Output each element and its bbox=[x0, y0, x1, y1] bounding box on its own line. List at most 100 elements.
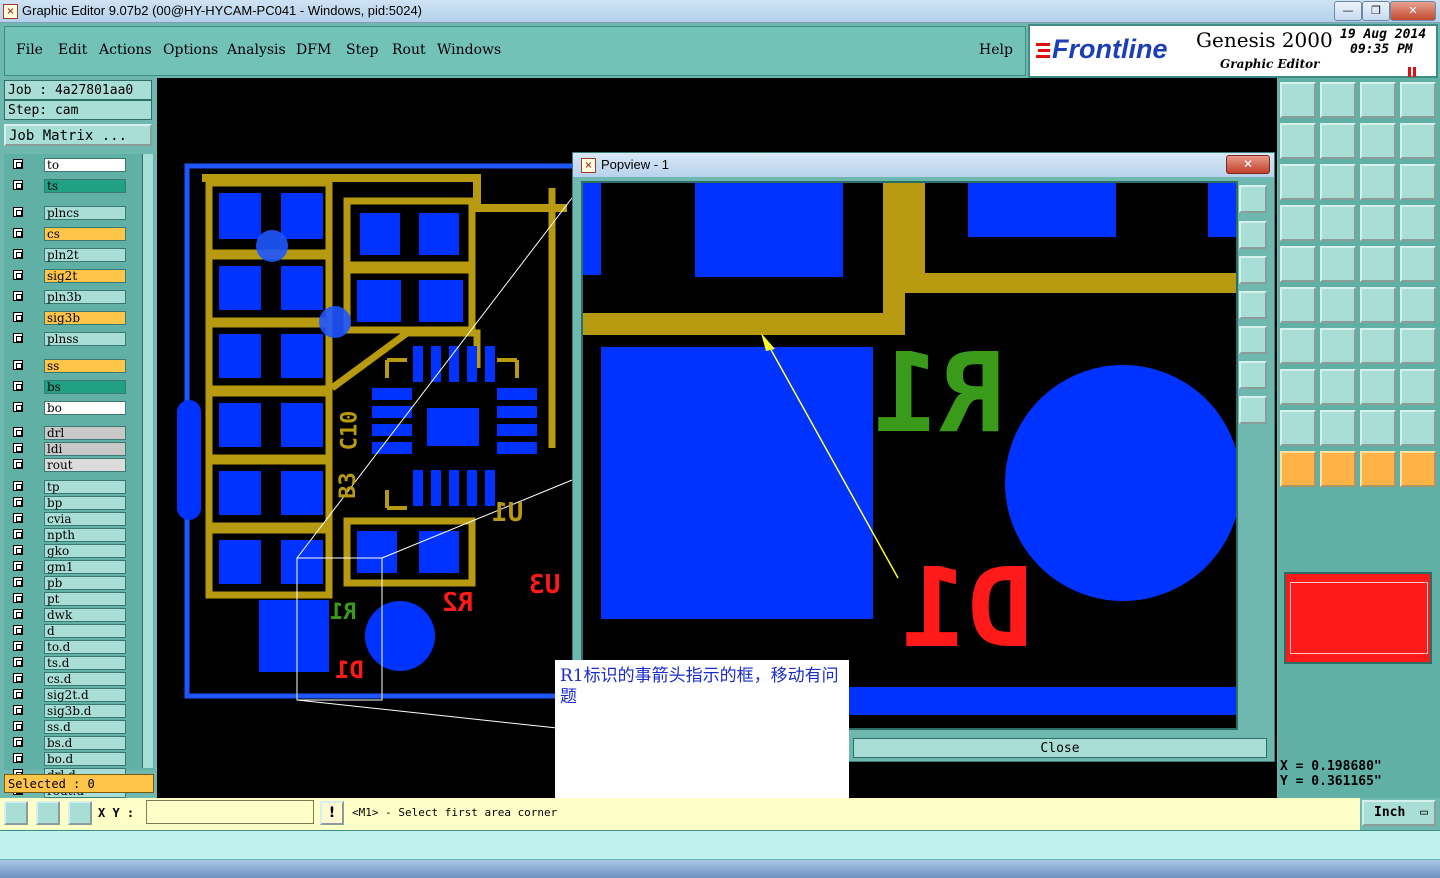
grid-icon[interactable] bbox=[68, 801, 92, 825]
cross-icon[interactable] bbox=[1320, 287, 1356, 323]
layer-row-cs[interactable]: cs bbox=[10, 227, 130, 241]
layer-checkbox[interactable] bbox=[13, 207, 23, 217]
layers-alt-icon[interactable] bbox=[1400, 205, 1436, 241]
menu-actions[interactable]: Actions bbox=[99, 42, 152, 58]
menu-edit[interactable]: Edit bbox=[58, 42, 87, 58]
layer-row-sig3b-d[interactable]: sig3b.d bbox=[10, 704, 130, 718]
group-icon[interactable] bbox=[1400, 369, 1436, 405]
range-icon[interactable] bbox=[1360, 369, 1396, 405]
rotate-icon[interactable] bbox=[1360, 328, 1396, 364]
redraw-icon[interactable] bbox=[1400, 123, 1436, 159]
layer-checkbox[interactable] bbox=[13, 577, 23, 587]
popview-up-icon[interactable] bbox=[1239, 221, 1267, 249]
layer-checkbox[interactable] bbox=[13, 443, 23, 453]
route-icon[interactable] bbox=[1360, 123, 1396, 159]
layer-checkbox[interactable] bbox=[13, 228, 23, 238]
layer-row-tp[interactable]: tp bbox=[10, 480, 130, 494]
menu-dfm[interactable]: DFM bbox=[296, 42, 331, 58]
angle-icon[interactable] bbox=[1280, 328, 1316, 364]
xy-input[interactable] bbox=[146, 800, 314, 824]
layer-checkbox[interactable] bbox=[13, 270, 23, 280]
popview-title-bar[interactable]: × Popview - 1 ✕ bbox=[573, 153, 1274, 177]
job-matrix-button[interactable]: Job Matrix ... bbox=[4, 124, 152, 146]
layer-row-drl[interactable]: drl bbox=[10, 426, 130, 440]
layer-checkbox[interactable] bbox=[13, 249, 23, 259]
layer-row-gm1[interactable]: gm1 bbox=[10, 560, 130, 574]
menu-step[interactable]: Step bbox=[346, 42, 378, 58]
triangle-icon[interactable] bbox=[1320, 410, 1356, 446]
zoom-area-icon[interactable] bbox=[4, 801, 28, 825]
layer-checkbox[interactable] bbox=[13, 625, 23, 635]
layer-row-cs-d[interactable]: cs.d bbox=[10, 672, 130, 686]
layer-row-plnss[interactable]: plnss bbox=[10, 332, 130, 346]
layer-checkbox[interactable] bbox=[13, 689, 23, 699]
move-icon[interactable] bbox=[1280, 369, 1316, 405]
menu-file[interactable]: File bbox=[16, 42, 43, 58]
layer-checkbox[interactable] bbox=[13, 721, 23, 731]
select-icon[interactable] bbox=[1320, 451, 1356, 487]
triangle-blue-icon[interactable] bbox=[1400, 410, 1436, 446]
measure-icon[interactable] bbox=[36, 801, 60, 825]
layer-checkbox[interactable] bbox=[13, 497, 23, 507]
warn-icon[interactable] bbox=[1280, 410, 1316, 446]
units-dropdown[interactable]: Inch ▭ bbox=[1362, 800, 1436, 826]
layers-icon[interactable] bbox=[1360, 205, 1396, 241]
net-icon[interactable] bbox=[1400, 451, 1436, 487]
popview-down-icon[interactable] bbox=[1239, 256, 1267, 284]
layer-checkbox[interactable] bbox=[13, 402, 23, 412]
layer-row-ss[interactable]: ss bbox=[10, 359, 130, 373]
menu-options[interactable]: Options bbox=[163, 42, 218, 58]
layer-row-pln3b[interactable]: pln3b bbox=[10, 290, 130, 304]
layer-row-pb[interactable]: pb bbox=[10, 576, 130, 590]
layer-row-bs[interactable]: bs bbox=[10, 380, 130, 394]
layer-row-ts[interactable]: ts bbox=[10, 179, 130, 193]
layer-checkbox[interactable] bbox=[13, 641, 23, 651]
layer-row-gko[interactable]: gko bbox=[10, 544, 130, 558]
layer-row-to-d[interactable]: to.d bbox=[10, 640, 130, 654]
popview-left-icon[interactable] bbox=[1239, 291, 1267, 319]
layer-row-sig2t[interactable]: sig2t bbox=[10, 269, 130, 283]
layer-checkbox[interactable] bbox=[13, 481, 23, 491]
pan-icon[interactable] bbox=[1320, 164, 1356, 200]
layer-checkbox[interactable] bbox=[13, 333, 23, 343]
scale-icon[interactable] bbox=[1360, 164, 1396, 200]
layer-checkbox[interactable] bbox=[13, 312, 23, 322]
layer-checkbox[interactable] bbox=[13, 427, 23, 437]
layer-checkbox[interactable] bbox=[13, 609, 23, 619]
maximize-button[interactable]: ❐ bbox=[1362, 1, 1390, 21]
layer-row-ldi[interactable]: ldi bbox=[10, 442, 130, 456]
help-icon[interactable] bbox=[1400, 164, 1436, 200]
layer-row-npth[interactable]: npth bbox=[10, 528, 130, 542]
snap-icon[interactable] bbox=[1280, 246, 1316, 282]
menu-rout[interactable]: Rout bbox=[392, 42, 426, 58]
popview-zoom-in-icon[interactable] bbox=[1239, 361, 1267, 389]
layer-row-rout[interactable]: rout bbox=[10, 458, 130, 472]
layer-row-bp[interactable]: bp bbox=[10, 496, 130, 510]
popview-zoom-out-icon[interactable] bbox=[1239, 396, 1267, 424]
popview-right-icon[interactable] bbox=[1239, 326, 1267, 354]
grid-view-icon[interactable] bbox=[1320, 205, 1356, 241]
step-icon[interactable] bbox=[1320, 82, 1356, 118]
ruler-icon[interactable] bbox=[1360, 246, 1396, 282]
layer-row-cvia[interactable]: cvia bbox=[10, 512, 130, 526]
point-icon[interactable] bbox=[1400, 287, 1436, 323]
line-icon[interactable] bbox=[1280, 287, 1316, 323]
layer-checkbox[interactable] bbox=[13, 673, 23, 683]
layer-row-bo-d[interactable]: bo.d bbox=[10, 752, 130, 766]
layer-checkbox[interactable] bbox=[13, 545, 23, 555]
layer-row-sig3b[interactable]: sig3b bbox=[10, 311, 130, 325]
next-icon[interactable] bbox=[1320, 123, 1356, 159]
diag-icon[interactable] bbox=[1320, 328, 1356, 364]
close-window-button[interactable]: ✕ bbox=[1390, 1, 1436, 21]
layer-scrollbar[interactable] bbox=[142, 154, 153, 768]
layer-checkbox[interactable] bbox=[13, 360, 23, 370]
layer-checkbox[interactable] bbox=[13, 459, 23, 469]
pointer-icon[interactable] bbox=[1280, 451, 1316, 487]
layer-checkbox[interactable] bbox=[13, 180, 23, 190]
layer-checkbox[interactable] bbox=[13, 529, 23, 539]
layer-checkbox[interactable] bbox=[13, 705, 23, 715]
popview-close-button[interactable]: Close bbox=[853, 738, 1267, 758]
layer-row-bo[interactable]: bo bbox=[10, 401, 130, 415]
home-icon[interactable] bbox=[1360, 82, 1396, 118]
layer-checkbox[interactable] bbox=[13, 513, 23, 523]
